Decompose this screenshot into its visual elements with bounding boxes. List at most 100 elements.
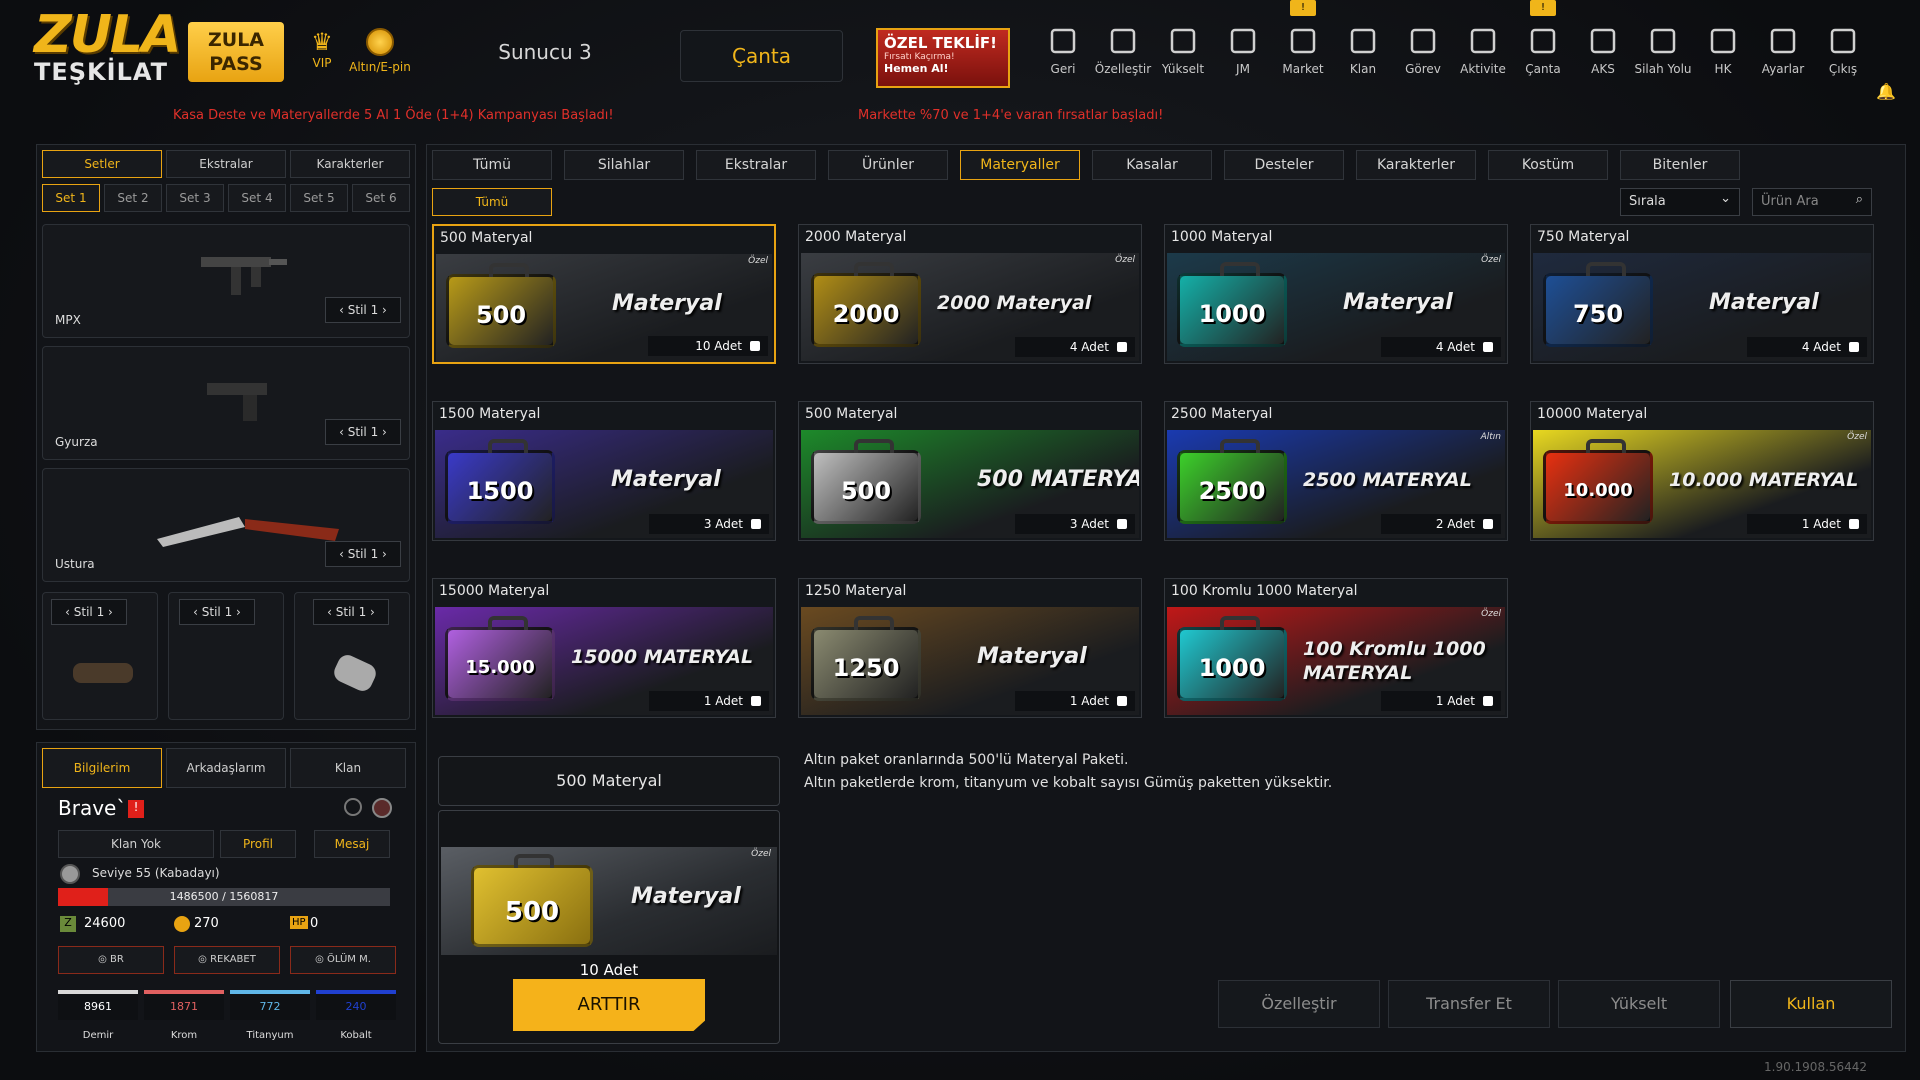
item-card[interactable]: 1250 Materyal 1250 Materyal 1 Adet [798, 578, 1142, 718]
item-card[interactable]: 2500 Materyal 2500 2500 MATERYAL Altın 2… [1164, 401, 1508, 541]
case-label: 100 Kromlu 1000 MATERYAL [1303, 638, 1486, 684]
case-icon: 1000 [1177, 262, 1287, 347]
item-qty: 4 Adet [1381, 337, 1501, 357]
grenade-slot-3[interactable]: ‹ Stil 1 › [294, 592, 410, 720]
customize-button[interactable]: Özelleştir [1218, 980, 1380, 1028]
transfer-button[interactable]: Transfer Et [1388, 980, 1550, 1028]
special-offer-button[interactable]: ÖZEL TEKLİF! Fırsatı Kaçırma! Hemen Al! [876, 28, 1010, 88]
item-qty: 1 Adet [649, 691, 769, 711]
set-1-button[interactable]: Set 1 [42, 184, 100, 212]
clan-icon [1350, 28, 1376, 54]
use-button[interactable]: Kullan [1730, 980, 1892, 1028]
olum-stats-button[interactable]: ◎ ÖLÜM M. [290, 946, 396, 974]
nav-1[interactable]: Özelleştir [1094, 24, 1152, 76]
category-tab-9[interactable]: Bitenler [1620, 150, 1740, 180]
case-label: Materyal [1343, 290, 1453, 315]
weapon-slot-melee[interactable]: Ustura ‹ Stil 1 › [42, 468, 410, 582]
promo-right[interactable]: Markette %70 ve 1+4'e varan fırsatlar ba… [858, 108, 1163, 123]
nav-9[interactable]: AKS [1574, 24, 1632, 76]
weapon-slot-pistol[interactable]: Gyurza ‹ Stil 1 › [42, 346, 410, 460]
canta-button[interactable]: Çanta [680, 30, 843, 82]
nav-8[interactable]: ! Çanta [1514, 0, 1572, 76]
arttir-button[interactable]: ARTTIR [513, 979, 705, 1031]
style-selector[interactable]: ‹ Stil 1 › [325, 419, 401, 445]
case-icon: 500 [446, 263, 556, 348]
item-tag: Özel [1481, 255, 1501, 265]
set-4-button[interactable]: Set 4 [228, 184, 286, 212]
item-card[interactable]: 1000 Materyal 1000 Materyal Özel 4 Adet [1164, 224, 1508, 364]
item-card[interactable]: 500 Materyal 500 500 MATERYAL 3 Adet [798, 401, 1142, 541]
nav-10[interactable]: Silah Yolu [1634, 24, 1692, 76]
set-3-button[interactable]: Set 3 [166, 184, 224, 212]
category-tab-3[interactable]: Ürünler [828, 150, 948, 180]
upgrade-button[interactable]: Yükselt [1558, 980, 1720, 1028]
style-label: Stil 1 [73, 605, 105, 619]
nav-6[interactable]: Görev [1394, 24, 1452, 76]
tab-ekstralar[interactable]: Ekstralar [166, 150, 286, 178]
item-qty: 3 Adet [649, 514, 769, 534]
tab-setler[interactable]: Setler [42, 150, 162, 178]
item-title: 2000 Materyal [805, 229, 907, 245]
item-title: 1000 Materyal [1171, 229, 1273, 245]
set-2-button[interactable]: Set 2 [104, 184, 162, 212]
item-card[interactable]: 2000 Materyal 2000 2000 Materyal Özel 4 … [798, 224, 1142, 364]
block-icon[interactable] [344, 798, 362, 816]
subfilter-all[interactable]: Tümü [432, 188, 552, 216]
item-qty: 3 Adet [1015, 514, 1135, 534]
nav-label: Klan [1349, 62, 1377, 76]
promo-left[interactable]: Kasa Deste ve Materyallerde 5 Al 1 Öde (… [173, 108, 614, 123]
br-stats-button[interactable]: ◎ BR [58, 946, 164, 974]
gold-epin-button[interactable]: Altın/E-pin [340, 28, 420, 74]
category-tab-1[interactable]: Silahlar [564, 150, 684, 180]
style-selector[interactable]: ‹ Stil 1 › [313, 599, 389, 625]
case-number: 2500 [1198, 477, 1266, 505]
nav-5[interactable]: Klan [1334, 24, 1392, 76]
category-tab-0[interactable]: Tümü [432, 150, 552, 180]
case-icon: 10.000 [1543, 439, 1653, 524]
item-card[interactable]: 100 Kromlu 1000 Materyal 1000 100 Kromlu… [1164, 578, 1508, 718]
no-clan-button[interactable]: Klan Yok [58, 830, 214, 858]
style-selector[interactable]: ‹ Stil 1 › [179, 599, 255, 625]
category-tab-7[interactable]: Karakterler [1356, 150, 1476, 180]
nav-11[interactable]: HK [1694, 24, 1752, 76]
set-5-button[interactable]: Set 5 [290, 184, 348, 212]
nav-13[interactable]: Çıkış [1814, 24, 1872, 76]
category-tab-8[interactable]: Kostüm [1488, 150, 1608, 180]
item-card[interactable]: 750 Materyal 750 Materyal 4 Adet [1530, 224, 1874, 364]
category-tab-5[interactable]: Kasalar [1092, 150, 1212, 180]
set-6-button[interactable]: Set 6 [352, 184, 410, 212]
style-selector[interactable]: ‹ Stil 1 › [325, 541, 401, 567]
item-card[interactable]: 15000 Materyal 15.000 15000 MATERYAL 1 A… [432, 578, 776, 718]
search-input[interactable]: Ürün Ara ⌕ [1752, 188, 1872, 216]
message-button[interactable]: Mesaj [314, 830, 390, 858]
category-tab-6[interactable]: Desteler [1224, 150, 1344, 180]
style-selector[interactable]: ‹ Stil 1 › [325, 297, 401, 323]
item-card[interactable]: 10000 Materyal 10.000 10.000 MATERYAL Öz… [1530, 401, 1874, 541]
tab-karakterler[interactable]: Karakterler [290, 150, 410, 178]
tab-arkadaslarim[interactable]: Arkadaşlarım [166, 748, 286, 788]
tab-bilgilerim[interactable]: Bilgilerim [42, 748, 162, 788]
item-card[interactable]: 500 Materyal 500 Materyal Özel 10 Adet [432, 224, 776, 364]
grenade-slot-2[interactable]: ‹ Stil 1 › [168, 592, 284, 720]
nav-0[interactable]: Geri [1034, 24, 1092, 76]
nav-2[interactable]: Yükselt [1154, 24, 1212, 76]
category-tab-4[interactable]: Materyaller [960, 150, 1080, 180]
case-label: Materyal [611, 467, 721, 492]
zula-pass-button[interactable]: ZULA PASS [188, 22, 284, 82]
material-label: Demir [82, 1030, 114, 1041]
category-tab-2[interactable]: Ekstralar [696, 150, 816, 180]
nav-4[interactable]: ! Market [1274, 0, 1332, 76]
rekabet-stats-button[interactable]: ◎ REKABET [174, 946, 280, 974]
notification-icon[interactable]: 🔔 [1876, 82, 1896, 101]
item-card[interactable]: 1500 Materyal 1500 Materyal 3 Adet [432, 401, 776, 541]
nav-3[interactable]: JM [1214, 24, 1272, 76]
profile-button[interactable]: Profil [220, 830, 296, 858]
style-selector[interactable]: ‹ Stil 1 › [51, 599, 127, 625]
grenade-slot-1[interactable]: ‹ Stil 1 › [42, 592, 158, 720]
nav-7[interactable]: Aktivite [1454, 24, 1512, 76]
weapon-slot-primary[interactable]: MPX ‹ Stil 1 › [42, 224, 410, 338]
sort-dropdown[interactable]: Sırala ⌄ [1620, 188, 1740, 216]
hp-value: 0 [310, 916, 319, 931]
nav-12[interactable]: Ayarlar [1754, 24, 1812, 76]
tab-klan[interactable]: Klan [290, 748, 406, 788]
